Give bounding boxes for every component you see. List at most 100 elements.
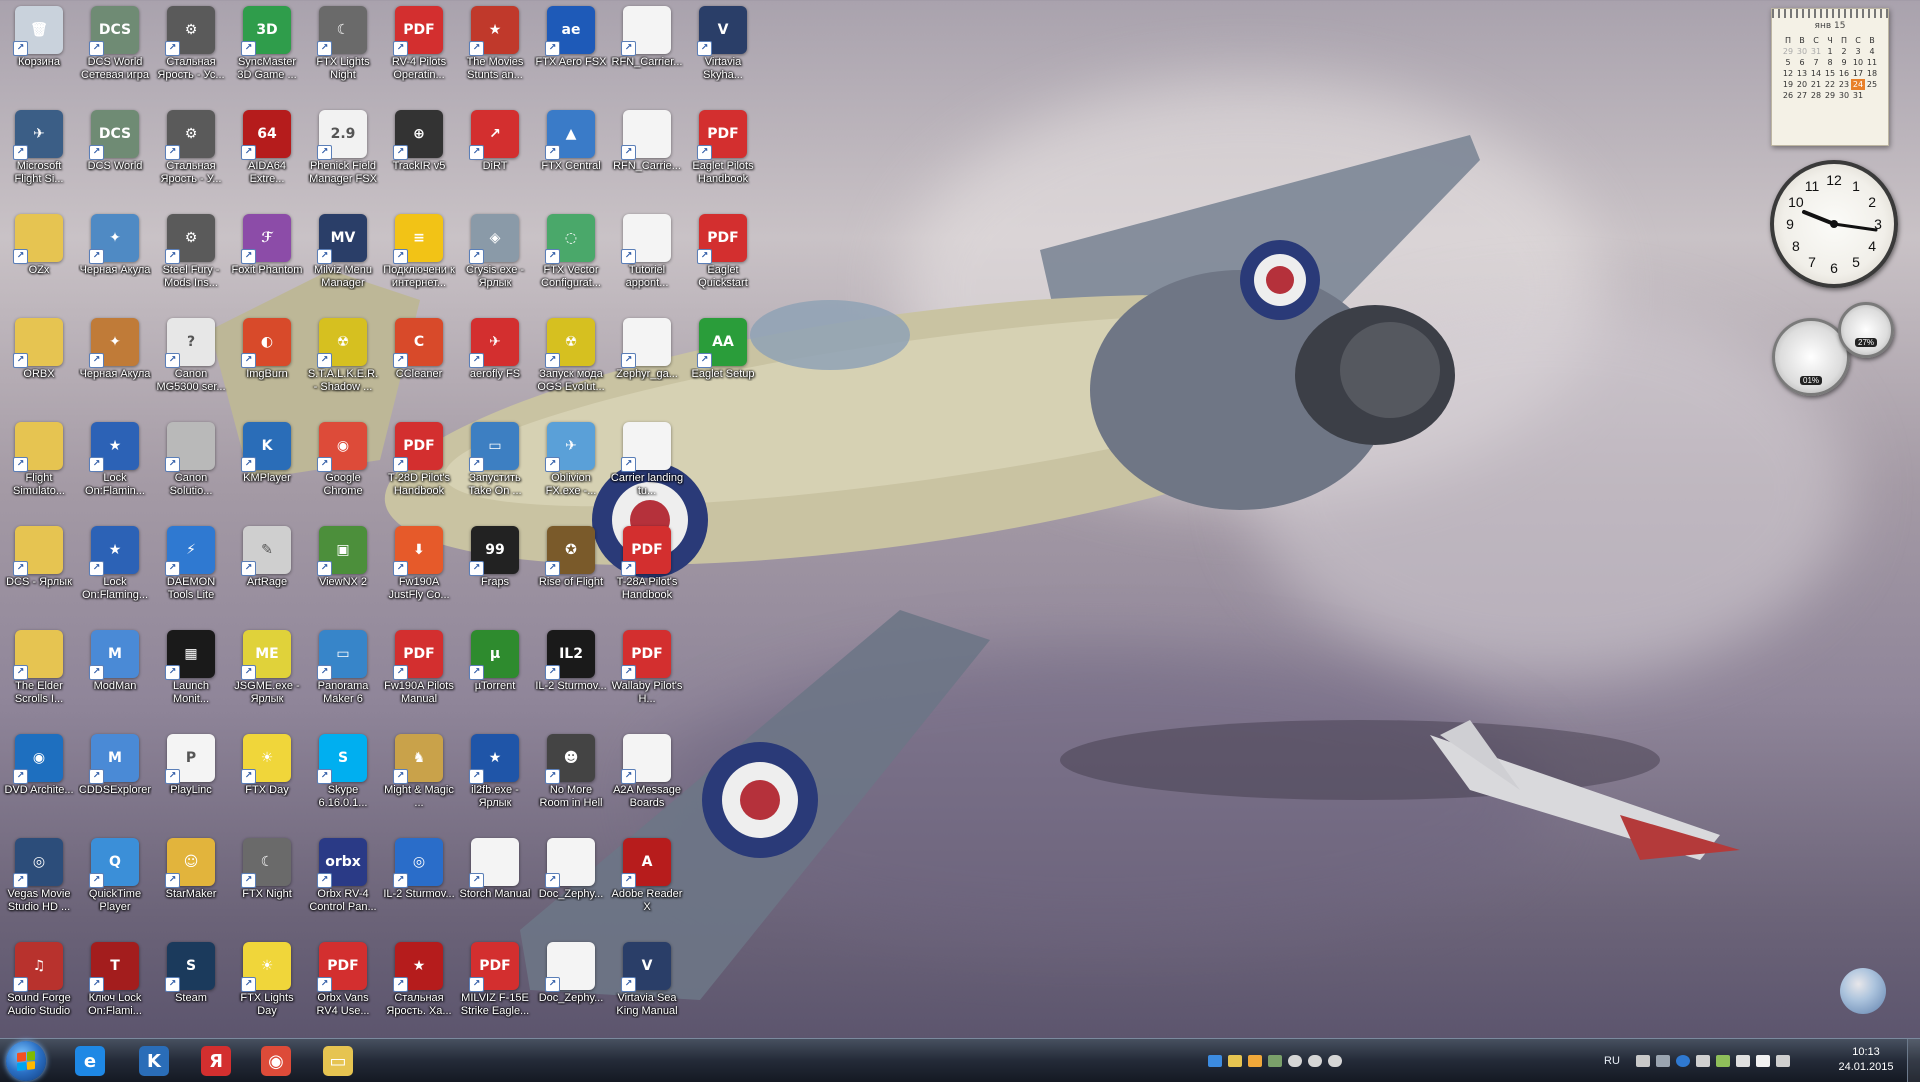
action-center-flag-icon[interactable] — [1755, 1054, 1770, 1067]
plane-tray-icon[interactable] — [1695, 1054, 1710, 1067]
desktop-icon[interactable]: DCS ↗ DCS World Сетевая игра — [78, 0, 152, 82]
desktop-icon[interactable]: orbx ↗ Orbx RV-4 Control Pan... — [306, 832, 380, 914]
desktop-icon[interactable]: ▲ ↗ FTX Central — [534, 104, 608, 173]
calendar-day[interactable]: 18 — [1865, 68, 1879, 79]
desktop-icon[interactable]: ✈ ↗ Microsoft Flight Si... — [2, 104, 76, 186]
desktop-icon[interactable]: S ↗ Skype 6.16.0.1... — [306, 728, 380, 810]
desktop-icon[interactable]: ↗ Storch Manual — [458, 832, 532, 901]
desktop-icon[interactable]: K ↗ KMPlayer — [230, 416, 304, 485]
calendar-day[interactable] — [1865, 90, 1879, 101]
desktop-icon[interactable]: PDF ↗ Eaglet Quickstart — [686, 208, 760, 290]
network-tray-icon[interactable] — [1268, 1054, 1282, 1067]
pen-tray-icon[interactable] — [1635, 1054, 1650, 1067]
desktop-icon[interactable]: ⚙ ↗ Стальная Ярость - Ус... — [154, 0, 228, 82]
desktop-icon[interactable]: ↗ ↗ DiRT — [458, 104, 532, 173]
calendar-day[interactable]: 26 — [1781, 90, 1795, 101]
desktop-icon[interactable]: ✎ ↗ ArtRage — [230, 520, 304, 589]
desktop-icon[interactable]: ♞ ↗ Might & Magic ... — [382, 728, 456, 810]
calendar-day[interactable]: 21 — [1809, 79, 1823, 90]
analog-clock-gadget[interactable]: 12 1 2 3 4 5 6 7 8 9 10 11 — [1770, 160, 1898, 288]
calendar-day[interactable]: 14 — [1809, 68, 1823, 79]
update-tray-icon[interactable] — [1715, 1054, 1730, 1067]
desktop-icon[interactable]: ⬇ ↗ Fw190A JustFly Co... — [382, 520, 456, 602]
desktop-icon[interactable]: ◉ ↗ DVD Archite... — [2, 728, 76, 797]
display-tray-icon[interactable] — [1655, 1054, 1670, 1067]
taskbar-ie-button[interactable]: e — [64, 1042, 116, 1080]
gadget-orb[interactable] — [1840, 968, 1886, 1014]
taskbar-clock[interactable]: 10:13 24.01.2015 — [1836, 1045, 1896, 1075]
desktop-icon[interactable]: 2.9 ↗ Phenick Field Manager FSX — [306, 104, 380, 186]
calendar-day[interactable]: 31 — [1851, 90, 1865, 101]
desktop-icon[interactable]: ↗ Canon Solutio... — [154, 416, 228, 498]
desktop-icon[interactable]: C ↗ CCleaner — [382, 312, 456, 381]
daemon-tray-icon[interactable] — [1675, 1054, 1690, 1067]
desktop-icon[interactable]: AA ↗ Eaglet Setup — [686, 312, 760, 381]
calendar-day[interactable]: 19 — [1781, 79, 1795, 90]
taskbar-chrome-button[interactable]: ◉ — [250, 1042, 302, 1080]
desktop-icon[interactable]: ↗ ORBX — [2, 312, 76, 381]
calendar-day[interactable]: 6 — [1795, 57, 1809, 68]
desktop-icon[interactable]: ▭ ↗ Запустить Take On ... — [458, 416, 532, 498]
desktop-icon[interactable]: ◎ ↗ IL-2 Sturmov... — [382, 832, 456, 901]
desktop-icon[interactable]: µ ↗ µTorrent — [458, 624, 532, 693]
calendar-day[interactable]: 29 — [1781, 46, 1795, 57]
desktop-icon[interactable]: ↗ Doc_Zephy... — [534, 936, 608, 1005]
calendar-gadget[interactable]: янв 15 П В С Ч П С В 29 30 31 1 2 3 4 5 6 7 8 9 10 11 12 13 14 1… — [1771, 8, 1889, 146]
calendar-day[interactable]: 23 — [1837, 79, 1851, 90]
taskbar-explorer-button[interactable]: ▭ — [312, 1042, 364, 1080]
calendar-day[interactable]: 27 — [1795, 90, 1809, 101]
language-indicator[interactable]: RU — [1604, 1055, 1620, 1067]
desktop-icon[interactable]: ⚡ ↗ DAEMON Tools Lite — [154, 520, 228, 602]
desktop-icon[interactable]: ☢ ↗ S.T.A.L.K.E.R. - Shadow ... — [306, 312, 380, 394]
desktop-icon[interactable]: ≡ ↗ Подключени к интернет... — [382, 208, 456, 290]
ie-tray-icon[interactable] — [1208, 1054, 1222, 1067]
desktop-icon[interactable]: IL2 ↗ IL-2 Sturmov... — [534, 624, 608, 693]
desktop-icon[interactable]: ↗ RFN_Carrier... — [610, 0, 684, 69]
calendar-day[interactable]: 24 — [1851, 79, 1865, 90]
calendar-day[interactable]: 22 — [1823, 79, 1837, 90]
desktop-icon[interactable]: ✈ ↗ Oblivion FX.exe -... — [534, 416, 608, 498]
ram-meter-gadget[interactable]: 27% — [1838, 302, 1894, 358]
desktop-icon[interactable]: MV ↗ Milviz Menu Manager — [306, 208, 380, 290]
calendar-day[interactable]: 10 — [1851, 57, 1865, 68]
desktop-icon[interactable]: ▭ ↗ Panorama Maker 6 — [306, 624, 380, 706]
desktop-icon[interactable]: ↗ OZx — [2, 208, 76, 277]
calendar-day[interactable]: 17 — [1851, 68, 1865, 79]
desktop-icon[interactable]: ★ ↗ Стальная Ярость. Ха... — [382, 936, 456, 1018]
calendar-day[interactable]: 12 — [1781, 68, 1795, 79]
desktop-icon[interactable]: ◉ ↗ Google Chrome — [306, 416, 380, 498]
calendar-day[interactable]: 3 — [1851, 46, 1865, 57]
cloud-tray-icon-2[interactable] — [1308, 1054, 1322, 1067]
calendar-day[interactable]: 15 — [1823, 68, 1837, 79]
calendar-day[interactable]: 5 — [1781, 57, 1795, 68]
calendar-day[interactable]: 16 — [1837, 68, 1851, 79]
desktop-icon[interactable]: M ↗ CDDSExplorer — [78, 728, 152, 797]
desktop-icon[interactable]: ↗ Doc_Zephy... — [534, 832, 608, 901]
calendar-day[interactable]: 31 — [1809, 46, 1823, 57]
desktop-icon[interactable]: V ↗ Virtavia Skyha... — [686, 0, 760, 82]
desktop-icon[interactable]: ◌ ↗ FTX Vector Configurat... — [534, 208, 608, 290]
desktop-icon[interactable]: PDF ↗ MILVIZ F-15E Strike Eagle... — [458, 936, 532, 1018]
desktop-icon[interactable]: ▣ ↗ ViewNX 2 — [306, 520, 380, 589]
desktop-icon[interactable]: ☢ ↗ Запуск мода OGS Evolut... — [534, 312, 608, 394]
desktop-icon[interactable]: PDF ↗ Fw190A Pilots Manual — [382, 624, 456, 706]
desktop-icon[interactable]: 99 ↗ Fraps — [458, 520, 532, 589]
calendar-day[interactable]: 28 — [1809, 90, 1823, 101]
calendar-day[interactable]: 4 — [1865, 46, 1879, 57]
desktop-icon[interactable]: 🗑 ↗ Корзина — [2, 0, 76, 69]
desktop-icon[interactable]: ◐ ↗ ImgBurn — [230, 312, 304, 381]
calendar-day[interactable]: 29 — [1823, 90, 1837, 101]
desktop-icon[interactable]: ★ ↗ The Movies Stunts an... — [458, 0, 532, 82]
desktop-icon[interactable]: ☾ ↗ FTX Lights Night — [306, 0, 380, 82]
desktop-icon[interactable]: ✪ ↗ Rise of Flight — [534, 520, 608, 589]
desktop-icon[interactable]: ♫ ↗ Sound Forge Audio Studio — [2, 936, 76, 1018]
desktop-icon[interactable]: ✈ ↗ aerofly FS — [458, 312, 532, 381]
calendar-day[interactable]: 25 — [1865, 79, 1879, 90]
desktop-icon[interactable]: ↗ Carrier landing tu... — [610, 416, 684, 498]
desktop-icon[interactable]: ae ↗ FTX Aero FSX — [534, 0, 608, 69]
cloud-tray-icon-3[interactable] — [1328, 1054, 1342, 1067]
start-button[interactable] — [6, 1041, 46, 1081]
desktop-icon[interactable]: 3D ↗ SyncMaster 3D Game ... — [230, 0, 304, 82]
desktop-icon[interactable]: ✦ ↗ Черная Акула — [78, 208, 152, 277]
desktop-icon[interactable]: ⚙ ↗ Steel Fury - Mods Ins... — [154, 208, 228, 290]
